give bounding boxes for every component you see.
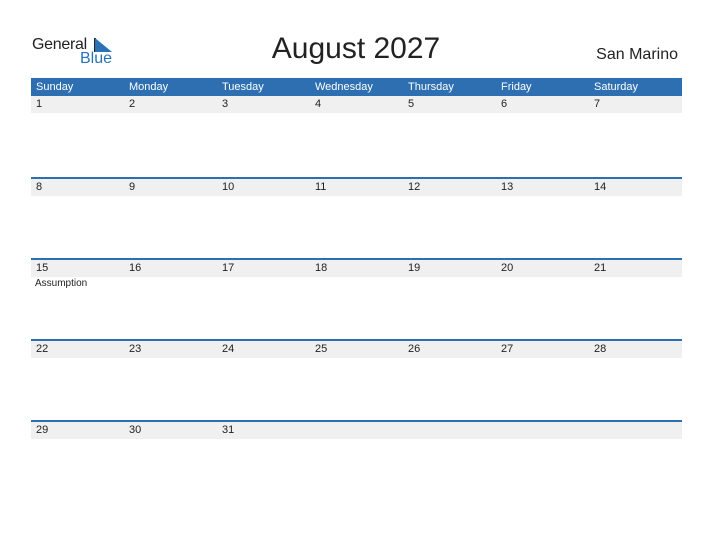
day-cell: 11 [310,179,403,258]
day-cell: 26 [403,341,496,420]
day-number: 19 [403,260,496,277]
day-cell: 23 [124,341,217,420]
day-cell: 2 [124,96,217,177]
day-number: 26 [403,341,496,358]
day-cell: 12 [403,179,496,258]
day-number: 28 [589,341,682,358]
day-number: 14 [589,179,682,196]
day-number: 21 [589,260,682,277]
day-cell [310,422,403,501]
day-cell: 16 [124,260,217,339]
week-row: 29 30 31 [31,420,682,501]
day-number: 11 [310,179,403,196]
day-cell: 13 [496,179,589,258]
day-cell: 9 [124,179,217,258]
calendar-grid: Sunday Monday Tuesday Wednesday Thursday… [31,78,682,501]
day-number [310,422,403,439]
day-cell [403,422,496,501]
day-number: 24 [217,341,310,358]
day-number: 5 [403,96,496,113]
day-number [403,422,496,439]
day-number: 15 [31,260,124,277]
day-number: 23 [124,341,217,358]
weekday-monday: Monday [129,81,169,93]
day-number: 1 [31,96,124,113]
holiday-label: Assumption [35,278,88,289]
day-cell: 15 Assumption [31,260,124,339]
weekday-header: Sunday Monday Tuesday Wednesday Thursday… [31,78,682,96]
day-number: 4 [310,96,403,113]
day-cell: 25 [310,341,403,420]
day-cell: 28 [589,341,682,420]
day-cell: 20 [496,260,589,339]
day-number: 9 [124,179,217,196]
day-cell: 6 [496,96,589,177]
day-number: 30 [124,422,217,439]
day-cell: 19 [403,260,496,339]
day-number: 8 [31,179,124,196]
day-cell: 30 [124,422,217,501]
day-number: 17 [217,260,310,277]
week-row: 15 Assumption 16 17 18 19 20 21 [31,258,682,339]
day-cell: 5 [403,96,496,177]
day-number [496,422,589,439]
day-number: 29 [31,422,124,439]
day-number [589,422,682,439]
weekday-wednesday: Wednesday [315,81,373,93]
weekday-saturday: Saturday [594,81,639,93]
day-cell [496,422,589,501]
day-number: 20 [496,260,589,277]
day-number: 13 [496,179,589,196]
day-number: 6 [496,96,589,113]
country-label: San Marino [596,46,678,63]
day-number: 31 [217,422,310,439]
day-cell: 17 [217,260,310,339]
day-cell: 14 [589,179,682,258]
day-number: 25 [310,341,403,358]
day-cell: 31 [217,422,310,501]
week-row: 8 9 10 11 12 13 14 [31,177,682,258]
weekday-sunday: Sunday [36,81,74,93]
day-number: 16 [124,260,217,277]
day-number: 27 [496,341,589,358]
day-number: 3 [217,96,310,113]
day-cell: 18 [310,260,403,339]
week-row: 22 23 24 25 26 27 28 [31,339,682,420]
weekday-thursday: Thursday [408,81,454,93]
day-number: 12 [403,179,496,196]
day-cell [589,422,682,501]
day-cell: 21 [589,260,682,339]
day-cell: 8 [31,179,124,258]
day-cell: 29 [31,422,124,501]
day-number: 22 [31,341,124,358]
day-cell: 24 [217,341,310,420]
day-cell: 3 [217,96,310,177]
day-number: 18 [310,260,403,277]
day-cell: 10 [217,179,310,258]
day-cell: 7 [589,96,682,177]
day-cell: 1 [31,96,124,177]
weekday-tuesday: Tuesday [222,81,264,93]
weekday-friday: Friday [501,81,532,93]
day-cell: 27 [496,341,589,420]
day-number: 2 [124,96,217,113]
day-cell: 4 [310,96,403,177]
week-row: 1234567 [31,96,682,177]
day-cell: 22 [31,341,124,420]
day-number: 10 [217,179,310,196]
day-number: 7 [589,96,682,113]
